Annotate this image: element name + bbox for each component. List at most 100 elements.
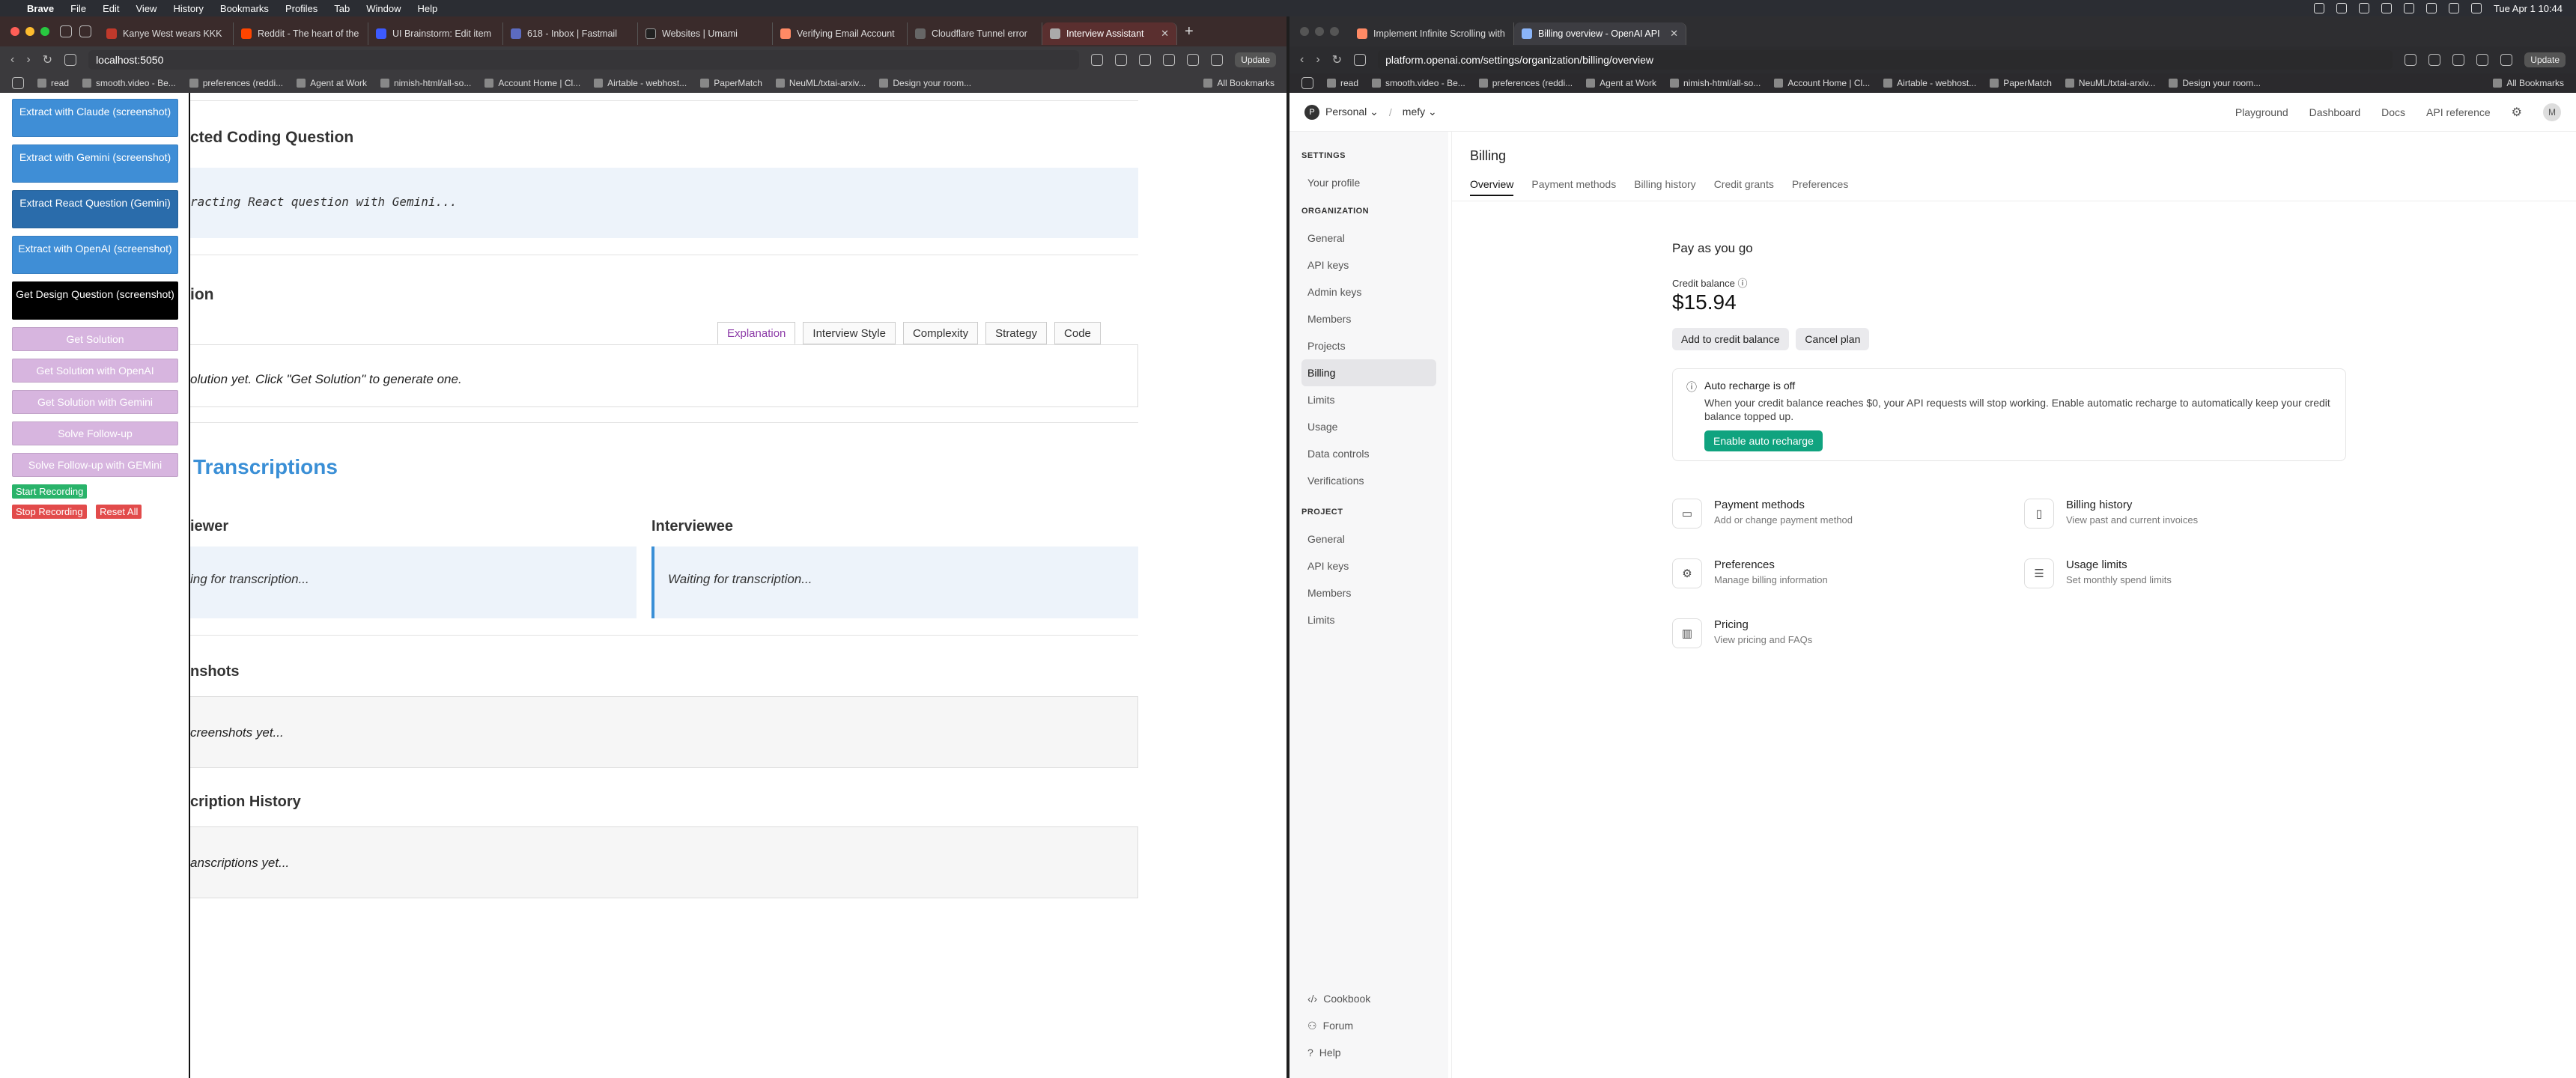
stop-recording-button[interactable]: Stop Recording	[12, 505, 87, 519]
clock[interactable]: Tue Apr 1 10:44	[2494, 3, 2563, 14]
bookmark-item[interactable]: nimish-html/all-so...	[1669, 78, 1761, 88]
url-bar[interactable]: localhost:5050	[88, 50, 1080, 70]
bookmark-item[interactable]: read	[37, 78, 69, 88]
extension-icon[interactable]	[1115, 54, 1128, 66]
reload-icon[interactable]: ↻	[43, 52, 52, 67]
bookmark-item[interactable]: smooth.video - Be...	[1372, 78, 1465, 88]
sidebar-item-members[interactable]: Members	[1301, 305, 1436, 332]
sidebar-item-general[interactable]: General	[1301, 225, 1436, 252]
sidebar-toggle-icon[interactable]	[60, 25, 72, 37]
close-window-button[interactable]	[10, 27, 19, 36]
browser-tab[interactable]: 618 - Inbox | Fastmail	[503, 22, 638, 45]
browser-tab[interactable]: Kanye West wears KKK	[99, 22, 234, 45]
bookmark-item[interactable]: PaperMatch	[700, 78, 762, 88]
sidebar-item-projects[interactable]: Projects	[1301, 332, 1436, 359]
menu-edit[interactable]: Edit	[103, 3, 119, 14]
bookmark-item[interactable]: Design your room...	[2169, 78, 2261, 88]
sidebar-item-project-members[interactable]: Members	[1301, 579, 1436, 606]
get-solution-openai-button[interactable]: Get Solution with OpenAI	[12, 359, 178, 383]
cookbook-link[interactable]: ‹/› Cookbook	[1301, 985, 1370, 1012]
menu-help[interactable]: Help	[418, 3, 438, 14]
menu-file[interactable]: File	[70, 3, 86, 14]
url-bar[interactable]: platform.openai.com/settings/organizatio…	[1378, 50, 2393, 70]
all-bookmarks[interactable]: All Bookmarks	[1203, 78, 1275, 88]
browser-tab-active[interactable]: Billing overview - OpenAI API ✕	[1514, 22, 1686, 45]
settings-gear-icon[interactable]: ⚙	[2512, 105, 2522, 120]
solve-followup-button[interactable]: Solve Follow-up	[12, 421, 178, 445]
bookmark-item[interactable]: PaperMatch	[1990, 78, 2052, 88]
get-solution-button[interactable]: Get Solution	[12, 327, 178, 351]
sidebar-item-limits[interactable]: Limits	[1301, 386, 1436, 413]
reload-icon[interactable]: ↻	[1332, 52, 1342, 67]
get-solution-gemini-button[interactable]: Get Solution with Gemini	[12, 390, 178, 414]
browser-tab[interactable]: Reddit - The heart of the	[234, 22, 368, 45]
info-icon[interactable]: ⓘ	[1737, 278, 1747, 289]
menu-tab[interactable]: Tab	[334, 3, 350, 14]
status-icon[interactable]	[2358, 3, 2369, 13]
bookmark-item[interactable]: read	[1327, 78, 1358, 88]
search-icon[interactable]	[2470, 3, 2482, 13]
zoom-window-button[interactable]	[1330, 27, 1339, 36]
sidebar-item-your-profile[interactable]: Your profile	[1301, 169, 1436, 196]
reset-all-button[interactable]: Reset All	[96, 505, 142, 519]
extension-icon[interactable]	[1187, 54, 1200, 66]
bookmark-item[interactable]: Airtable - webhost...	[594, 78, 687, 88]
extension-icon[interactable]	[2452, 54, 2465, 66]
close-window-button[interactable]	[1300, 27, 1309, 36]
playground-link[interactable]: Playground	[2235, 106, 2288, 118]
design-question-button[interactable]: Get Design Question (screenshot)	[12, 281, 178, 320]
preferences-link[interactable]: ⚙ Preferences Manage billing information	[1672, 558, 1828, 588]
tab-interview-style[interactable]: Interview Style	[803, 322, 896, 344]
tab-explanation[interactable]: Explanation	[717, 322, 796, 344]
sidebar-item-project-limits[interactable]: Limits	[1301, 606, 1436, 633]
menu-profiles[interactable]: Profiles	[285, 3, 318, 14]
all-bookmarks[interactable]: All Bookmarks	[2493, 78, 2564, 88]
browser-tab[interactable]: Verifying Email Account	[773, 22, 908, 45]
extension-icon[interactable]	[2500, 54, 2513, 66]
status-icon[interactable]	[2381, 3, 2392, 13]
menu-view[interactable]: View	[136, 3, 157, 14]
status-icon[interactable]	[2336, 3, 2347, 13]
tab-code[interactable]: Code	[1054, 322, 1101, 344]
bookmark-icon[interactable]	[1354, 54, 1367, 66]
bookmark-item[interactable]: nimish-html/all-so...	[380, 78, 471, 88]
billing-history-link[interactable]: ▯ Billing history View past and current i…	[2024, 499, 2198, 529]
add-credit-button[interactable]: Add to credit balance	[1672, 328, 1789, 350]
close-tab-icon[interactable]: ✕	[1161, 28, 1169, 40]
browser-tab-active[interactable]: Interview Assistant ✕	[1042, 22, 1177, 45]
sidebar-item-project-general[interactable]: General	[1301, 526, 1436, 552]
extension-icon[interactable]	[1211, 54, 1224, 66]
bookmark-item[interactable]: Account Home | Cl...	[484, 78, 580, 88]
new-tab-button[interactable]: +	[1185, 23, 1194, 40]
sidebar-item-api-keys[interactable]: API keys	[1301, 252, 1436, 278]
browser-tab[interactable]: Websites | Umami	[638, 22, 773, 45]
bookmark-item[interactable]: Design your room...	[879, 78, 971, 88]
bookmark-item[interactable]: NeuML/txtai-arxiv...	[775, 78, 866, 88]
bookmark-item[interactable]: smooth.video - Be...	[82, 78, 176, 88]
audio-icon[interactable]	[79, 25, 91, 37]
tab-billing-history[interactable]: Billing history	[1634, 178, 1695, 196]
docs-link[interactable]: Docs	[2381, 106, 2405, 118]
menu-app[interactable]: Brave	[27, 3, 54, 14]
extract-claude-button[interactable]: Extract with Claude (screenshot)	[12, 99, 178, 137]
browser-tab[interactable]: UI Brainstorm: Edit item	[368, 22, 503, 45]
usage-limits-link[interactable]: ☰ Usage limits Set monthly spend limits	[2024, 558, 2172, 588]
tab-payment-methods[interactable]: Payment methods	[1531, 178, 1616, 196]
sidebar-item-usage[interactable]: Usage	[1301, 413, 1436, 440]
bookmark-item[interactable]: Account Home | Cl...	[1774, 78, 1870, 88]
forward-icon[interactable]: ›	[26, 53, 30, 67]
sidebar-item-project-api-keys[interactable]: API keys	[1301, 552, 1436, 579]
apps-grid-icon[interactable]	[1301, 77, 1313, 89]
extract-gemini-button[interactable]: Extract with Gemini (screenshot)	[12, 144, 178, 183]
minimize-window-button[interactable]	[1315, 27, 1324, 36]
start-recording-button[interactable]: Start Recording	[12, 484, 88, 499]
bookmark-item[interactable]: preferences (reddi...	[1478, 78, 1573, 88]
extension-icon[interactable]	[2428, 54, 2441, 66]
extract-openai-button[interactable]: Extract with OpenAI (screenshot)	[12, 236, 178, 274]
forum-link[interactable]: ⚇ Forum	[1301, 1012, 1370, 1039]
status-icon[interactable]	[2313, 3, 2324, 13]
minimize-window-button[interactable]	[25, 27, 34, 36]
payment-methods-link[interactable]: ▭ Payment methods Add or change payment m…	[1672, 499, 1853, 529]
extension-icon[interactable]	[2476, 54, 2489, 66]
bookmark-item[interactable]: Airtable - webhost...	[1883, 78, 1976, 88]
